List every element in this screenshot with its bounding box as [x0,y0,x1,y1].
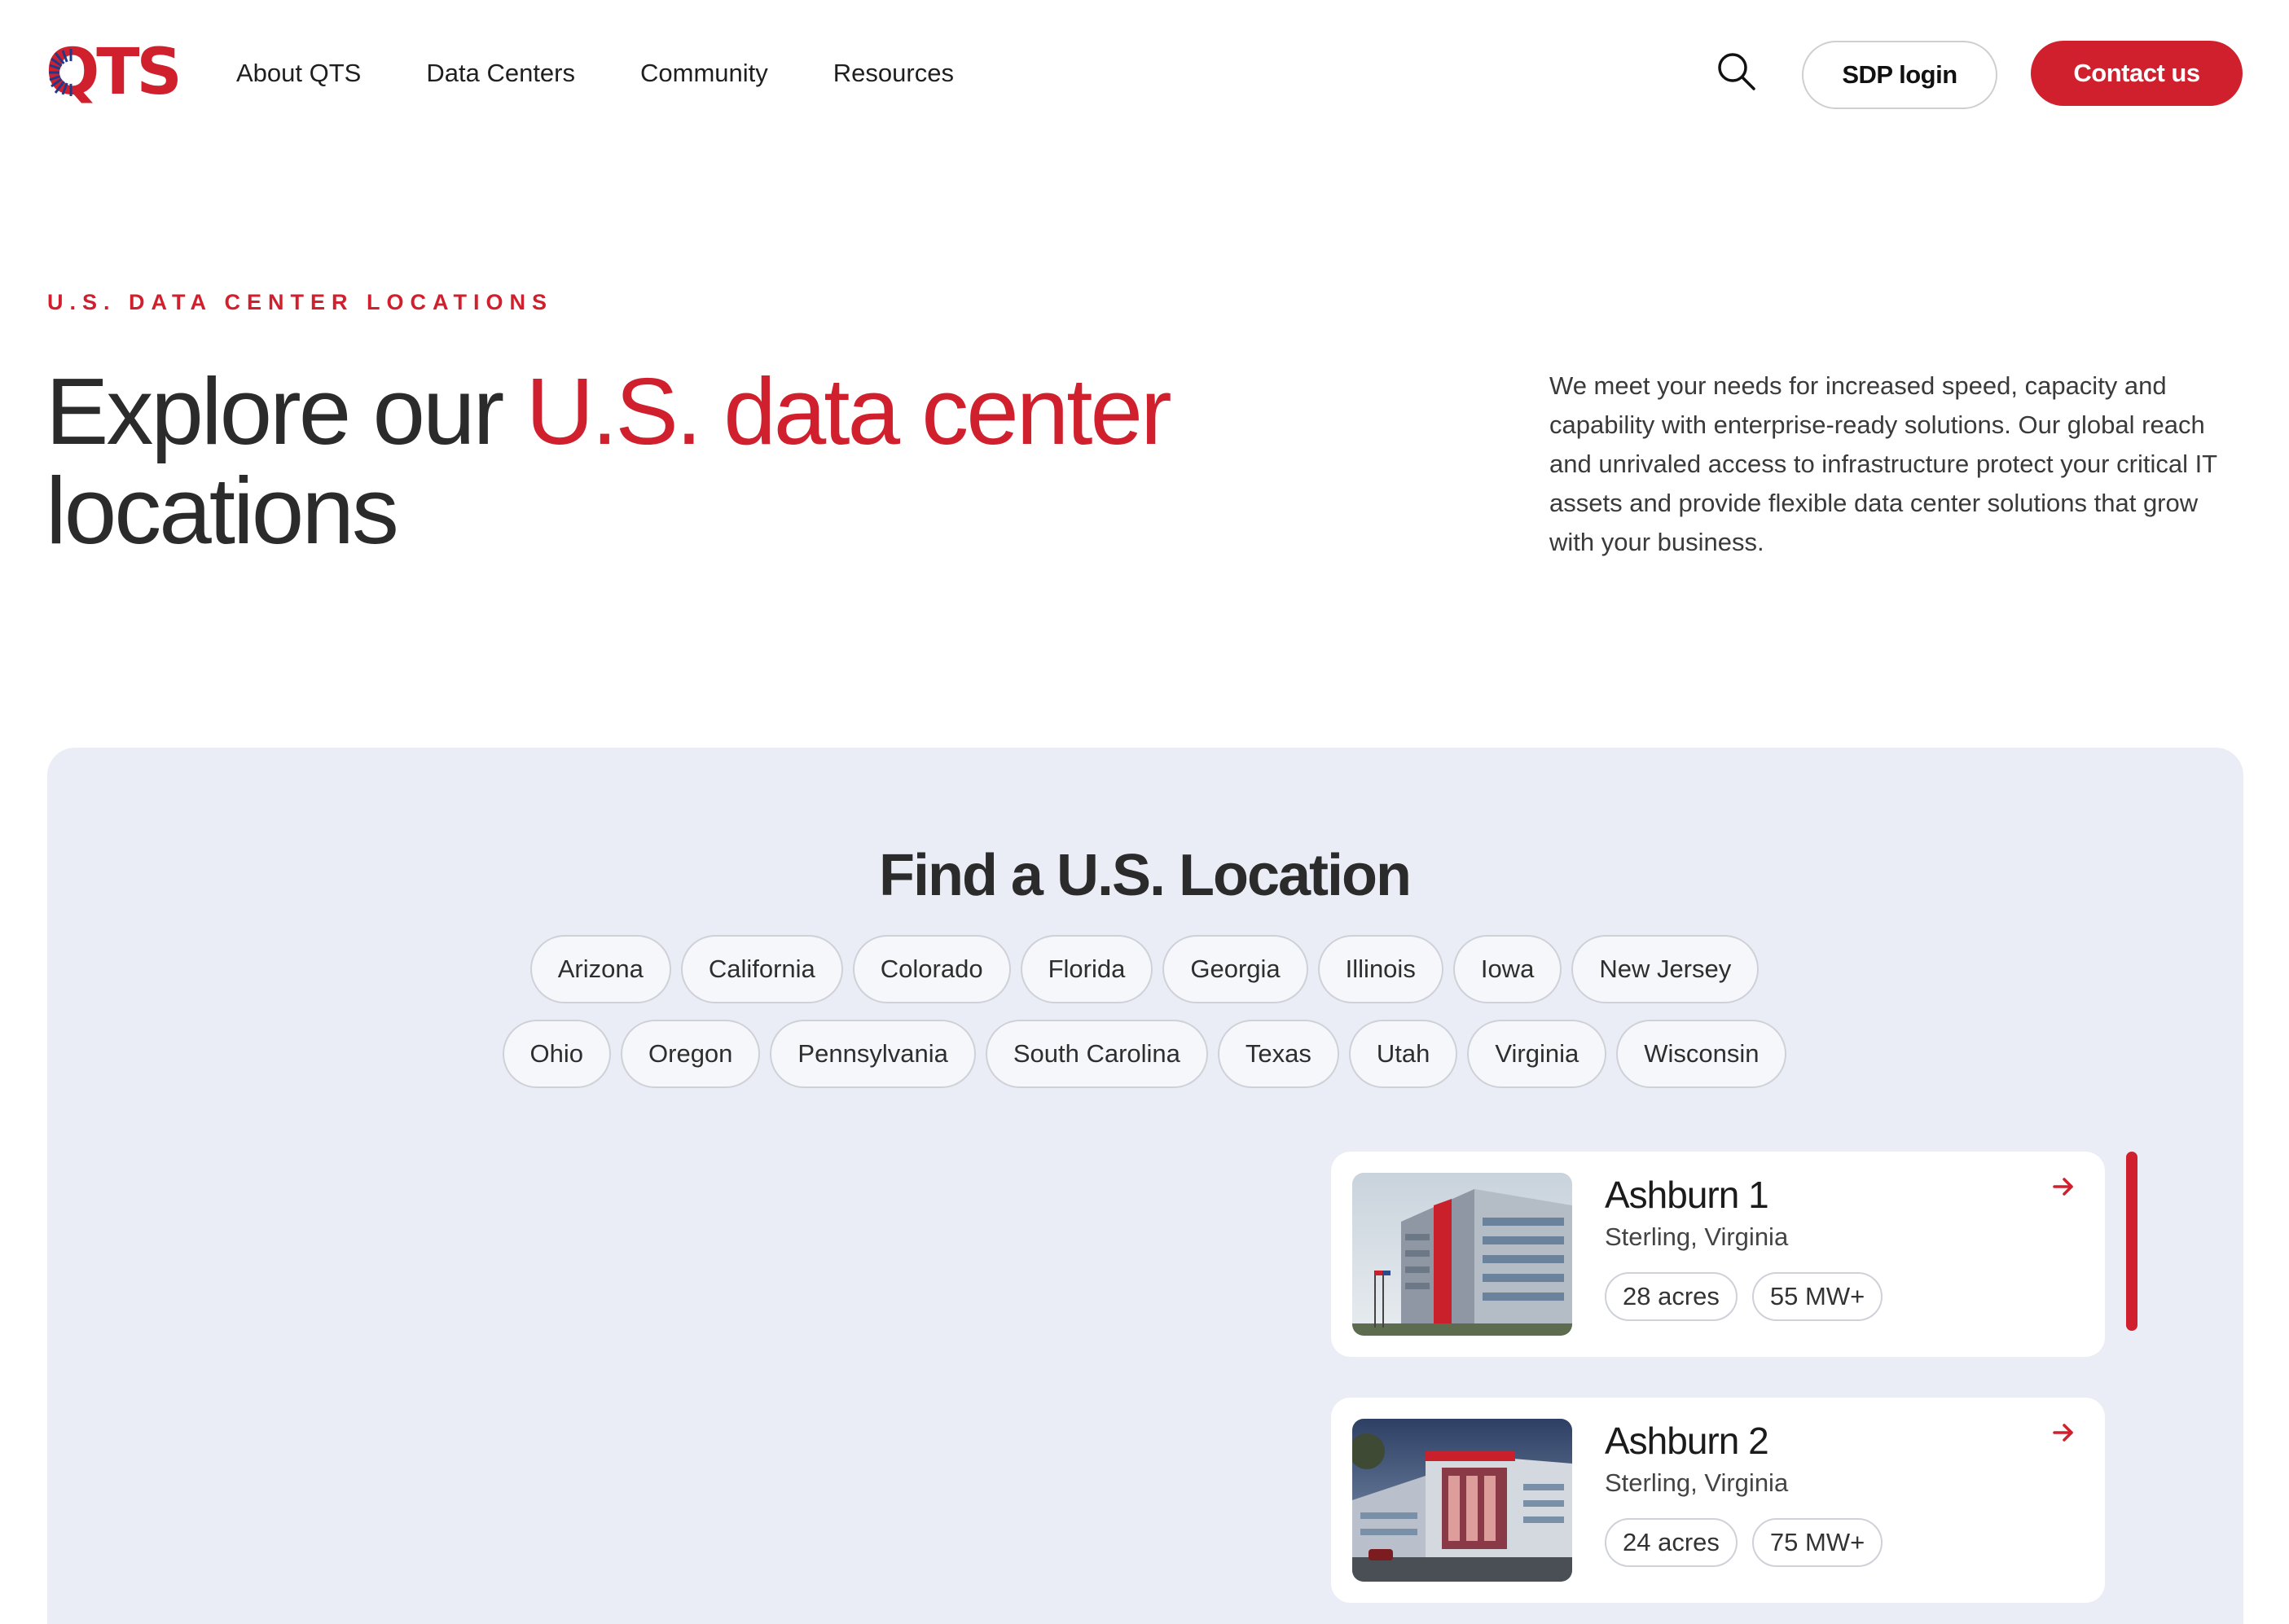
nav-item-resources[interactable]: Resources [833,54,954,93]
state-filter-row-2: Ohio Oregon Pennsylvania South Carolina … [0,1020,2289,1088]
power-tag: 55 MW+ [1751,1272,1883,1321]
nav-item-community[interactable]: Community [640,54,768,93]
contact-us-button[interactable]: Contact us [2031,41,2243,106]
section-eyebrow: U.S. DATA CENTER LOCATIONS [47,290,553,314]
location-specs: 24 acres 75 MW+ [1605,1518,1883,1567]
state-chip-arizona[interactable]: Arizona [529,935,671,1003]
acreage-tag: 24 acres [1605,1518,1738,1567]
state-chip-illinois[interactable]: Illinois [1317,935,1443,1003]
state-chip-georgia[interactable]: Georgia [1162,935,1308,1003]
main-nav: About QTS Data Centers Community Resourc… [236,54,1019,93]
sdp-login-button[interactable]: SDP login [1802,41,1997,109]
location-name: Ashburn 2 [1605,1420,1769,1462]
location-city: Sterling, [1605,1468,1698,1497]
state-chip-south-carolina[interactable]: South Carolina [985,1020,1208,1088]
acreage-tag: 28 acres [1605,1272,1738,1321]
hero-title-prefix: Explore our [46,358,526,464]
state-chip-texas[interactable]: Texas [1217,1020,1339,1088]
location-list-scrollbar[interactable] [2126,1152,2137,1331]
hero-description: We meet your needs for increased speed, … [1549,371,2217,556]
location-card-ashburn-2[interactable]: Ashburn 2 Sterling, Virginia 24 acres 75… [1331,1398,2105,1603]
site-header: QTS About QTS Data Centers Community Res… [0,0,2289,147]
power-tag: 75 MW+ [1751,1518,1883,1567]
location-address: Sterling, Virginia [1605,1218,1788,1256]
qts-logo[interactable]: QTS [46,41,182,104]
hero-title: Explore our U.S. data center locations [46,362,1430,560]
location-photo [1352,1173,1572,1336]
state-filter-row-1: Arizona California Colorado Florida Geor… [0,935,2289,1003]
arrow-right-icon[interactable] [2051,1174,2076,1199]
finder-title: Find a U.S. Location [878,843,1412,908]
location-state: Virginia [1704,1222,1789,1251]
state-chip-virginia[interactable]: Virginia [1467,1020,1607,1088]
state-chip-oregon[interactable]: Oregon [621,1020,761,1088]
state-chip-ohio[interactable]: Ohio [502,1020,612,1088]
state-chip-iowa[interactable]: Iowa [1452,935,1562,1003]
location-state: Virginia [1704,1468,1789,1497]
location-city: Sterling, [1605,1222,1698,1251]
state-chip-florida[interactable]: Florida [1020,935,1153,1003]
nav-item-about[interactable]: About QTS [236,54,361,93]
hero-title-suffix: locations [46,458,399,564]
location-address: Sterling, Virginia [1605,1464,1788,1502]
state-chip-wisconsin[interactable]: Wisconsin [1616,1020,1787,1088]
search-button[interactable] [1716,50,1758,93]
state-chip-utah[interactable]: Utah [1348,1020,1458,1088]
state-chip-new-jersey[interactable]: New Jersey [1571,935,1760,1003]
location-card-ashburn-1[interactable]: Ashburn 1 Sterling, Virginia 28 acres 55… [1331,1152,2105,1357]
state-chip-california[interactable]: California [680,935,843,1003]
arrow-right-icon[interactable] [2051,1420,2076,1445]
search-icon [1718,53,1755,90]
location-specs: 28 acres 55 MW+ [1605,1272,1883,1321]
state-chip-pennsylvania[interactable]: Pennsylvania [770,1020,976,1088]
nav-item-data-centers[interactable]: Data Centers [426,54,575,93]
location-name: Ashburn 1 [1605,1174,1769,1216]
location-photo [1352,1419,1572,1582]
hero-title-accent: U.S. data center [525,358,1171,464]
state-chip-colorado[interactable]: Colorado [852,935,1011,1003]
logo-ring-icon [49,49,82,96]
